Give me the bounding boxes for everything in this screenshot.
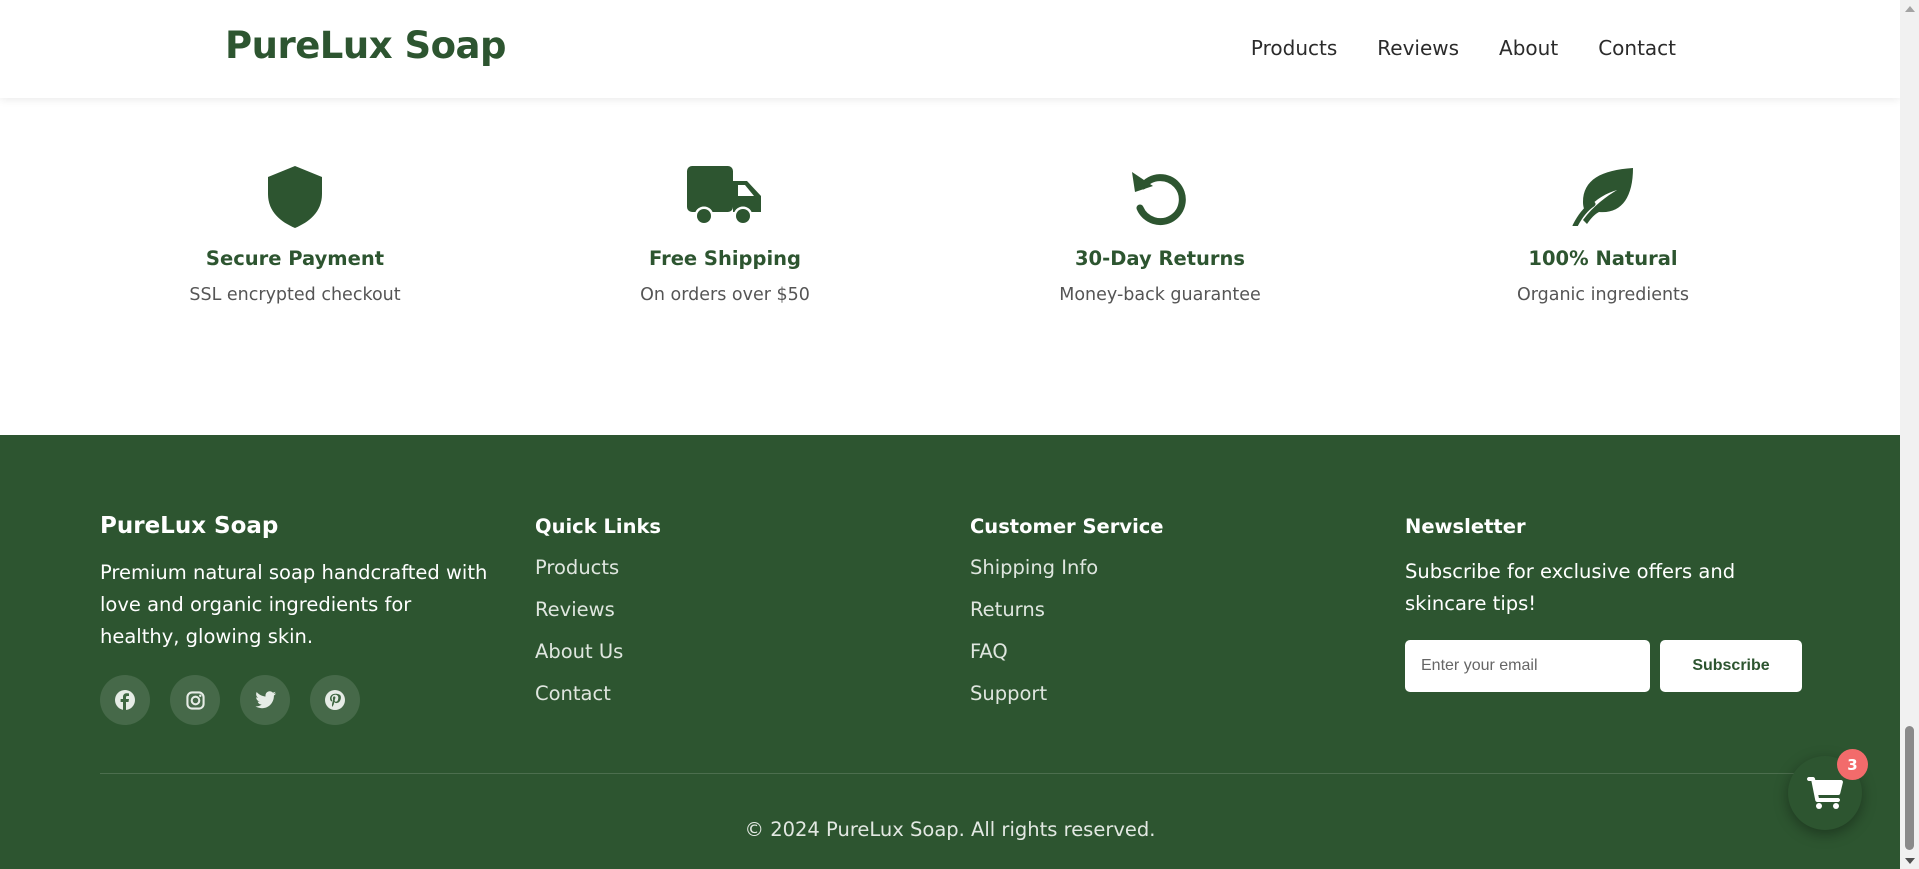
- footer-divider: [100, 773, 1800, 774]
- scroll-up-arrow[interactable]: [1900, 0, 1919, 17]
- twitter-link[interactable]: [240, 675, 290, 725]
- footer-link-returns[interactable]: Returns: [970, 598, 1164, 622]
- customer-service-heading: Customer Service: [970, 515, 1164, 538]
- feature-description: Money-back guarantee: [1059, 285, 1261, 305]
- footer-brand-description: Premium natural soap handcrafted with lo…: [100, 561, 488, 648]
- footer-brand-name: PureLux Soap: [100, 513, 279, 539]
- footer-link-faq[interactable]: FAQ: [970, 640, 1164, 664]
- footer-quick-links-column: Quick Links Products Reviews About Us Co…: [535, 513, 661, 724]
- feature-description: SSL encrypted checkout: [189, 285, 401, 305]
- nav-products[interactable]: Products: [1251, 36, 1337, 60]
- footer-link-contact[interactable]: Contact: [535, 682, 661, 706]
- social-links: [100, 675, 490, 725]
- newsletter-heading: Newsletter: [1405, 515, 1526, 538]
- twitter-icon: [254, 691, 276, 709]
- footer-brand-column: PureLux Soap Premium natural soap handcr…: [100, 513, 490, 725]
- quick-links-list: Products Reviews About Us Contact: [535, 556, 661, 706]
- cart-count-badge: 3: [1837, 749, 1868, 780]
- newsletter-form: Subscribe: [1405, 640, 1805, 692]
- site-header: PureLux Soap Products Reviews About Cont…: [0, 0, 1900, 98]
- feature-title: 30-Day Returns: [1074, 247, 1246, 270]
- nav-reviews[interactable]: Reviews: [1377, 36, 1459, 60]
- pinterest-link[interactable]: [310, 675, 360, 725]
- instagram-link[interactable]: [170, 675, 220, 725]
- facebook-icon: [115, 690, 135, 710]
- footer-link-about-us[interactable]: About Us: [535, 640, 661, 664]
- pinterest-icon: [325, 690, 345, 710]
- shield-icon: [268, 166, 322, 228]
- page-scrollbar[interactable]: [1900, 0, 1919, 869]
- instagram-icon: [185, 690, 205, 710]
- customer-service-list: Shipping Info Returns FAQ Support: [970, 556, 1164, 706]
- main-nav: Products Reviews About Contact: [1251, 36, 1676, 60]
- quick-links-heading: Quick Links: [535, 515, 662, 538]
- page: PureLux Soap Products Reviews About Cont…: [0, 0, 1900, 869]
- footer-link-products[interactable]: Products: [535, 556, 661, 580]
- scrollbar-thumb[interactable]: [1905, 726, 1914, 850]
- feature-description: On orders over $50: [640, 285, 810, 305]
- newsletter-email-input[interactable]: [1405, 640, 1650, 692]
- feature-title: Free Shipping: [649, 247, 801, 270]
- feature-secure-payment: Secure Payment SSL encrypted checkout: [105, 166, 485, 305]
- facebook-link[interactable]: [100, 675, 150, 725]
- feature-natural: 100% Natural Organic ingredients: [1413, 166, 1793, 305]
- footer-link-shipping-info[interactable]: Shipping Info: [970, 556, 1164, 580]
- feature-free-shipping: Free Shipping On orders over $50: [535, 166, 915, 305]
- leaf-icon: [1572, 168, 1633, 226]
- nav-contact[interactable]: Contact: [1598, 36, 1676, 60]
- footer-customer-service-column: Customer Service Shipping Info Returns F…: [970, 513, 1164, 724]
- floating-cart-button[interactable]: 3: [1788, 749, 1868, 830]
- newsletter-description: Subscribe for exclusive offers and skinc…: [1405, 560, 1736, 615]
- feature-title: Secure Payment: [205, 247, 385, 270]
- footer-link-support[interactable]: Support: [970, 682, 1164, 706]
- footer-newsletter-column: Newsletter Subscribe for exclusive offer…: [1405, 513, 1805, 692]
- undo-icon: [1132, 172, 1186, 226]
- feature-returns: 30-Day Returns Money-back guarantee: [970, 166, 1350, 305]
- scroll-down-arrow[interactable]: [1900, 852, 1919, 869]
- feature-description: Organic ingredients: [1516, 285, 1690, 305]
- footer-link-reviews[interactable]: Reviews: [535, 598, 661, 622]
- site-footer: PureLux Soap Premium natural soap handcr…: [0, 435, 1900, 869]
- site-logo[interactable]: PureLux Soap: [225, 24, 507, 67]
- features-section: Secure Payment SSL encrypted checkout Fr…: [0, 98, 1900, 435]
- shopping-cart-icon: [1807, 777, 1843, 809]
- copyright-text: © 2024 PureLux Soap. All rights reserved…: [744, 818, 1156, 841]
- truck-icon: [687, 166, 761, 226]
- nav-about[interactable]: About: [1499, 36, 1558, 60]
- subscribe-button[interactable]: Subscribe: [1660, 640, 1802, 692]
- feature-title: 100% Natural: [1528, 247, 1678, 270]
